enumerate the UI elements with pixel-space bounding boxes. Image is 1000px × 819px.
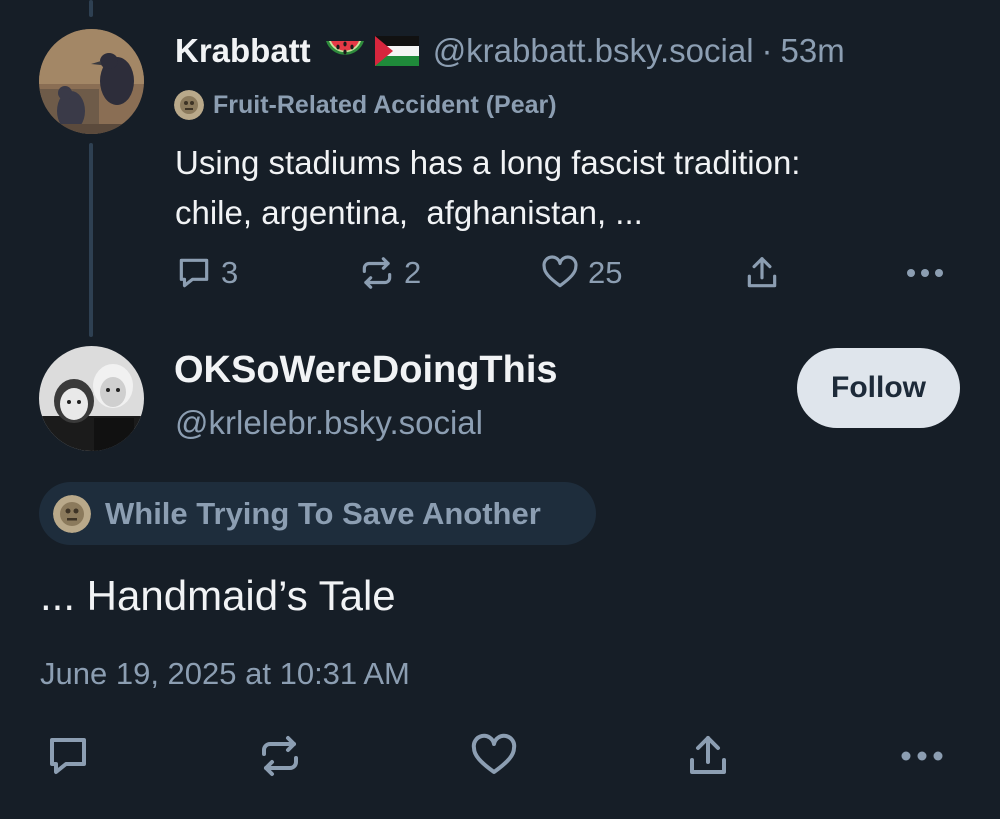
reply-display-name[interactable]: OKSoWereDoingThis	[174, 349, 558, 392]
post-time-ago[interactable]: 53m	[781, 32, 845, 70]
repost-button[interactable]: 2	[358, 248, 421, 298]
parent-post-text: Using stadiums has a long fascist tradit…	[175, 138, 975, 238]
parent-author-row: Krabbatt @krabbatt.bsky.social · 53m	[175, 26, 845, 76]
comment-icon	[50, 738, 86, 774]
post-timestamp[interactable]: June 19, 2025 at 10:31 AM	[40, 656, 410, 692]
parent-display-name[interactable]: Krabbatt	[175, 32, 311, 70]
separator-dot: ·	[761, 32, 773, 69]
reply-button[interactable]	[42, 730, 94, 782]
parent-post-text-line: Using stadiums has a long fascist tradit…	[175, 144, 801, 181]
reply-handle[interactable]: @krlelebr.bsky.social	[175, 404, 483, 442]
like-button[interactable]	[468, 730, 520, 782]
parent-label-text: Fruit-Related Accident (Pear)	[213, 90, 557, 119]
parent-author-avatar[interactable]	[39, 29, 144, 134]
thread-line-top	[89, 0, 93, 17]
share-icon	[690, 736, 726, 774]
label-badge-icon	[53, 494, 91, 533]
reply-button[interactable]: 3	[175, 248, 238, 298]
thread-line-middle	[89, 143, 93, 337]
repost-count: 2	[404, 255, 422, 290]
share-button[interactable]	[682, 730, 734, 782]
share-button[interactable]	[743, 248, 781, 298]
repost-button[interactable]	[254, 730, 306, 782]
follow-button[interactable]: Follow	[797, 348, 960, 428]
more-icon	[901, 751, 943, 761]
reply-label-text: While Trying To Save Another	[105, 495, 541, 531]
palestine-flag-emoji	[374, 36, 419, 66]
parent-label[interactable]: Fruit-Related Accident (Pear)	[174, 87, 557, 123]
reply-label-pill[interactable]: While Trying To Save Another	[39, 482, 596, 545]
watermelon-emoji	[323, 33, 367, 69]
parent-handle[interactable]: @krabbatt.bsky.social	[433, 32, 754, 70]
repost-icon	[362, 257, 392, 289]
reply-post-text: ... Handmaid’s Tale	[40, 572, 396, 619]
reply-count: 3	[221, 255, 239, 290]
parent-post-text-line: chile, argentina, afghanistan, ...	[175, 194, 643, 231]
more-options-button[interactable]	[905, 248, 945, 298]
repost-icon	[262, 736, 298, 776]
like-count: 25	[588, 255, 623, 290]
heart-icon	[542, 255, 578, 288]
heart-icon	[471, 733, 517, 774]
more-options-button[interactable]	[894, 730, 950, 782]
comment-icon	[179, 258, 209, 288]
like-button[interactable]: 25	[540, 248, 622, 298]
label-badge-icon	[174, 90, 204, 120]
reply-author-avatar[interactable]	[39, 346, 144, 451]
more-icon	[907, 269, 943, 277]
share-icon	[747, 257, 777, 288]
